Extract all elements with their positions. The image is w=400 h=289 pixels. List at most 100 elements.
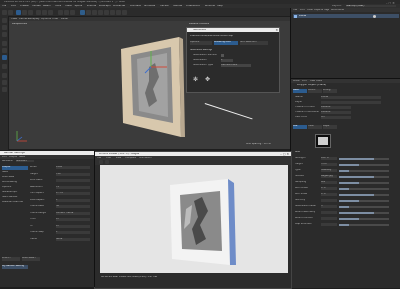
viewport-menu-options[interactable]: Options bbox=[41, 18, 51, 21]
snap-icon[interactable] bbox=[1, 73, 7, 78]
material-row-slider[interactable] bbox=[339, 211, 389, 214]
material-row-value[interactable] bbox=[321, 217, 337, 220]
object-row[interactable]: Plane bbox=[293, 14, 399, 18]
main-menu-item[interactable]: Character bbox=[113, 5, 126, 8]
z-axis-icon[interactable] bbox=[48, 9, 53, 15]
material-tab[interactable]: Mat bbox=[293, 125, 307, 129]
rs-section-item[interactable]: Save bbox=[2, 171, 28, 175]
rs-section-item[interactable]: Anti-Aliasing bbox=[2, 181, 28, 185]
rs-row-value[interactable]: Current Frame bbox=[56, 211, 90, 215]
rs-row-value[interactable]: 1 bbox=[56, 198, 90, 202]
rs-row-value[interactable]: 0 F bbox=[56, 224, 90, 228]
om-menu-tags[interactable]: Tags bbox=[324, 9, 329, 11]
main-menu-item[interactable]: Tracker bbox=[160, 5, 169, 8]
subdivision-input[interactable]: 1 bbox=[221, 59, 233, 62]
material-row-slider[interactable] bbox=[339, 223, 389, 226]
attr-use-color-select[interactable]: Off bbox=[321, 116, 351, 119]
lock-icon[interactable] bbox=[1, 87, 7, 92]
camera-icon[interactable] bbox=[116, 9, 121, 15]
material-row-slider[interactable] bbox=[339, 157, 389, 160]
light-icon[interactable] bbox=[122, 9, 127, 15]
pen-icon[interactable] bbox=[86, 9, 91, 15]
material-row-value[interactable]: 5 cm bbox=[321, 163, 337, 166]
material-row-value[interactable]: MIP bbox=[321, 181, 337, 184]
rs-row-value[interactable]: 1.778 bbox=[56, 192, 90, 195]
pv-menu-item[interactable]: View bbox=[116, 157, 122, 159]
polygons-mode-icon[interactable] bbox=[1, 55, 7, 60]
rs-renderer-select[interactable]: Standard bbox=[16, 160, 34, 163]
layout-select[interactable]: Startup (User) bbox=[346, 4, 396, 8]
main-menu-item[interactable]: Select bbox=[43, 5, 51, 8]
material-row-value[interactable]: Intensity bbox=[321, 169, 337, 172]
main-menu-item[interactable]: MoGraph bbox=[99, 5, 111, 8]
attr-tab-basic[interactable]: Basic bbox=[293, 89, 307, 93]
subdivision-surface-checkbox[interactable] bbox=[221, 54, 224, 57]
render-view-icon[interactable] bbox=[58, 9, 63, 15]
rs-row-value[interactable]: 30 bbox=[56, 205, 90, 208]
redo-icon[interactable] bbox=[8, 9, 13, 15]
pv-menu-item[interactable]: Compare bbox=[125, 157, 136, 159]
undo-icon[interactable] bbox=[2, 9, 7, 15]
attr-visible-renderer-select[interactable]: Default bbox=[321, 111, 351, 114]
main-menu-item[interactable]: Help bbox=[217, 5, 223, 8]
rs-menu-output[interactable]: Output bbox=[9, 156, 17, 158]
material-row-slider[interactable] bbox=[339, 169, 389, 172]
attr-tab-coord[interactable]: Coord. bbox=[308, 89, 322, 93]
y-axis-icon[interactable] bbox=[42, 9, 47, 15]
rs-row-value[interactable]: 1280 bbox=[56, 166, 90, 169]
rs-section-item[interactable]: Material Override bbox=[2, 201, 28, 205]
material-row-value[interactable]: 0 % bbox=[321, 187, 337, 190]
material-row-value[interactable] bbox=[321, 223, 337, 226]
rs-section-item[interactable]: Options bbox=[2, 186, 28, 190]
subdivision-icon[interactable] bbox=[92, 9, 97, 15]
move-tool-icon[interactable] bbox=[16, 9, 21, 15]
main-menu-item[interactable]: Extensions bbox=[186, 5, 200, 8]
material-row-slider[interactable] bbox=[339, 181, 389, 184]
main-menu-item[interactable]: Modes bbox=[32, 5, 40, 8]
rs-row-value[interactable]: 1 bbox=[56, 231, 90, 234]
floor-icon[interactable] bbox=[110, 9, 115, 15]
viewport-menu-view[interactable]: View bbox=[11, 18, 17, 21]
main-menu-item[interactable]: Window bbox=[205, 5, 215, 8]
material-row-slider[interactable] bbox=[339, 217, 389, 220]
main-menu-item[interactable]: Simulate bbox=[144, 5, 155, 8]
attr-tab-phong[interactable]: Phong bbox=[323, 89, 337, 93]
main-menu-item[interactable]: Animate bbox=[130, 5, 141, 8]
pv-menu-item[interactable]: Edit bbox=[106, 157, 111, 159]
material-row-slider[interactable] bbox=[339, 193, 389, 196]
rs-multipass-button[interactable]: Multi-Pass... bbox=[22, 257, 40, 261]
attr-layer-input[interactable] bbox=[321, 101, 381, 104]
attr-menu-mode[interactable]: Mode bbox=[293, 80, 300, 82]
material-row-slider[interactable] bbox=[339, 205, 389, 208]
points-mode-icon[interactable] bbox=[1, 41, 7, 46]
rs-preset[interactable]: My Render Setting bbox=[2, 265, 28, 269]
rs-row-value[interactable]: 72 bbox=[56, 185, 90, 189]
x-axis-icon[interactable] bbox=[36, 9, 41, 15]
pv-menu-item[interactable]: File bbox=[97, 157, 101, 159]
attr-name-input[interactable]: Plane bbox=[321, 96, 381, 99]
rs-menu-save[interactable]: Save bbox=[19, 156, 25, 158]
om-menu-view[interactable]: View bbox=[307, 9, 313, 11]
render-settings-icon[interactable] bbox=[70, 9, 75, 15]
rs-effect-button[interactable]: Effect... bbox=[2, 257, 20, 261]
attr-menu-user-data[interactable]: User Data bbox=[310, 80, 322, 82]
material-row-value[interactable]: Bagas.jpg bbox=[321, 175, 337, 178]
pv-render-icon[interactable] bbox=[99, 160, 103, 164]
material-row-slider[interactable] bbox=[339, 175, 389, 178]
dialog-tab-options[interactable]: Options bbox=[190, 41, 212, 45]
material-tag-icon[interactable] bbox=[373, 14, 376, 18]
make-editable-icon[interactable] bbox=[1, 18, 7, 23]
axis-mode-icon[interactable] bbox=[1, 64, 7, 69]
material-row-value[interactable]: 100 % bbox=[321, 157, 337, 160]
edges-mode-icon[interactable] bbox=[1, 48, 7, 53]
workplane-icon[interactable] bbox=[1, 80, 7, 85]
pv-stop-icon[interactable] bbox=[105, 160, 109, 164]
material-row-slider[interactable] bbox=[339, 187, 389, 190]
model-mode-icon[interactable] bbox=[1, 25, 7, 30]
rs-row-value[interactable] bbox=[56, 179, 90, 182]
texture-mode-icon[interactable] bbox=[1, 32, 7, 37]
main-menu-item[interactable]: Volume bbox=[87, 5, 97, 8]
material-row-value[interactable] bbox=[321, 199, 337, 202]
gear-icon[interactable]: ✻ bbox=[193, 76, 198, 83]
dialog-close-icon[interactable]: ✕ bbox=[275, 28, 278, 32]
